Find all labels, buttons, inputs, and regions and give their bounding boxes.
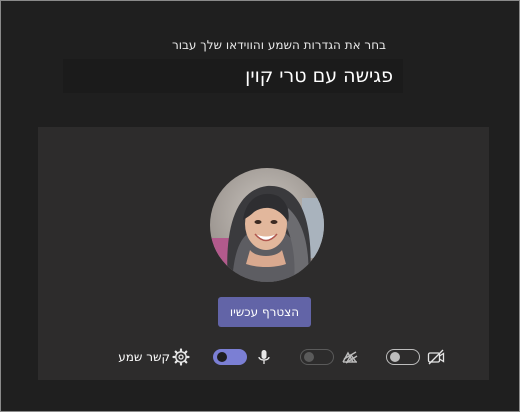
device-controls-bar: קשר שמע	[38, 347, 489, 369]
audio-settings-label[interactable]: קשר שמע	[110, 349, 170, 365]
microphone-toggle[interactable]	[213, 349, 247, 365]
pre-join-screen: בחר את הגדרות השמע והווידאו שלך עבור פגי…	[0, 0, 520, 412]
toggle-knob	[390, 352, 400, 362]
meeting-title-box: פגישה עם טרי קוין	[63, 59, 403, 93]
meeting-title: פגישה עם טרי קוין	[245, 65, 393, 87]
settings-subtitle: בחר את הגדרות השמע והווידאו שלך עבור	[171, 38, 386, 52]
background-blur-toggle	[300, 349, 334, 365]
user-avatar	[210, 168, 324, 282]
toggle-knob	[217, 352, 227, 362]
toggle-knob	[304, 352, 314, 362]
background-blur-icon	[340, 347, 360, 367]
join-now-button[interactable]: הצטרף עכשיו	[218, 297, 311, 327]
video-toggle[interactable]	[386, 349, 420, 365]
gear-icon[interactable]	[171, 347, 191, 367]
video-off-icon	[426, 347, 446, 367]
video-preview-panel: הצטרף עכשיו קשר שמע	[38, 127, 489, 380]
avatar-photo	[210, 168, 324, 282]
microphone-icon	[254, 347, 274, 367]
